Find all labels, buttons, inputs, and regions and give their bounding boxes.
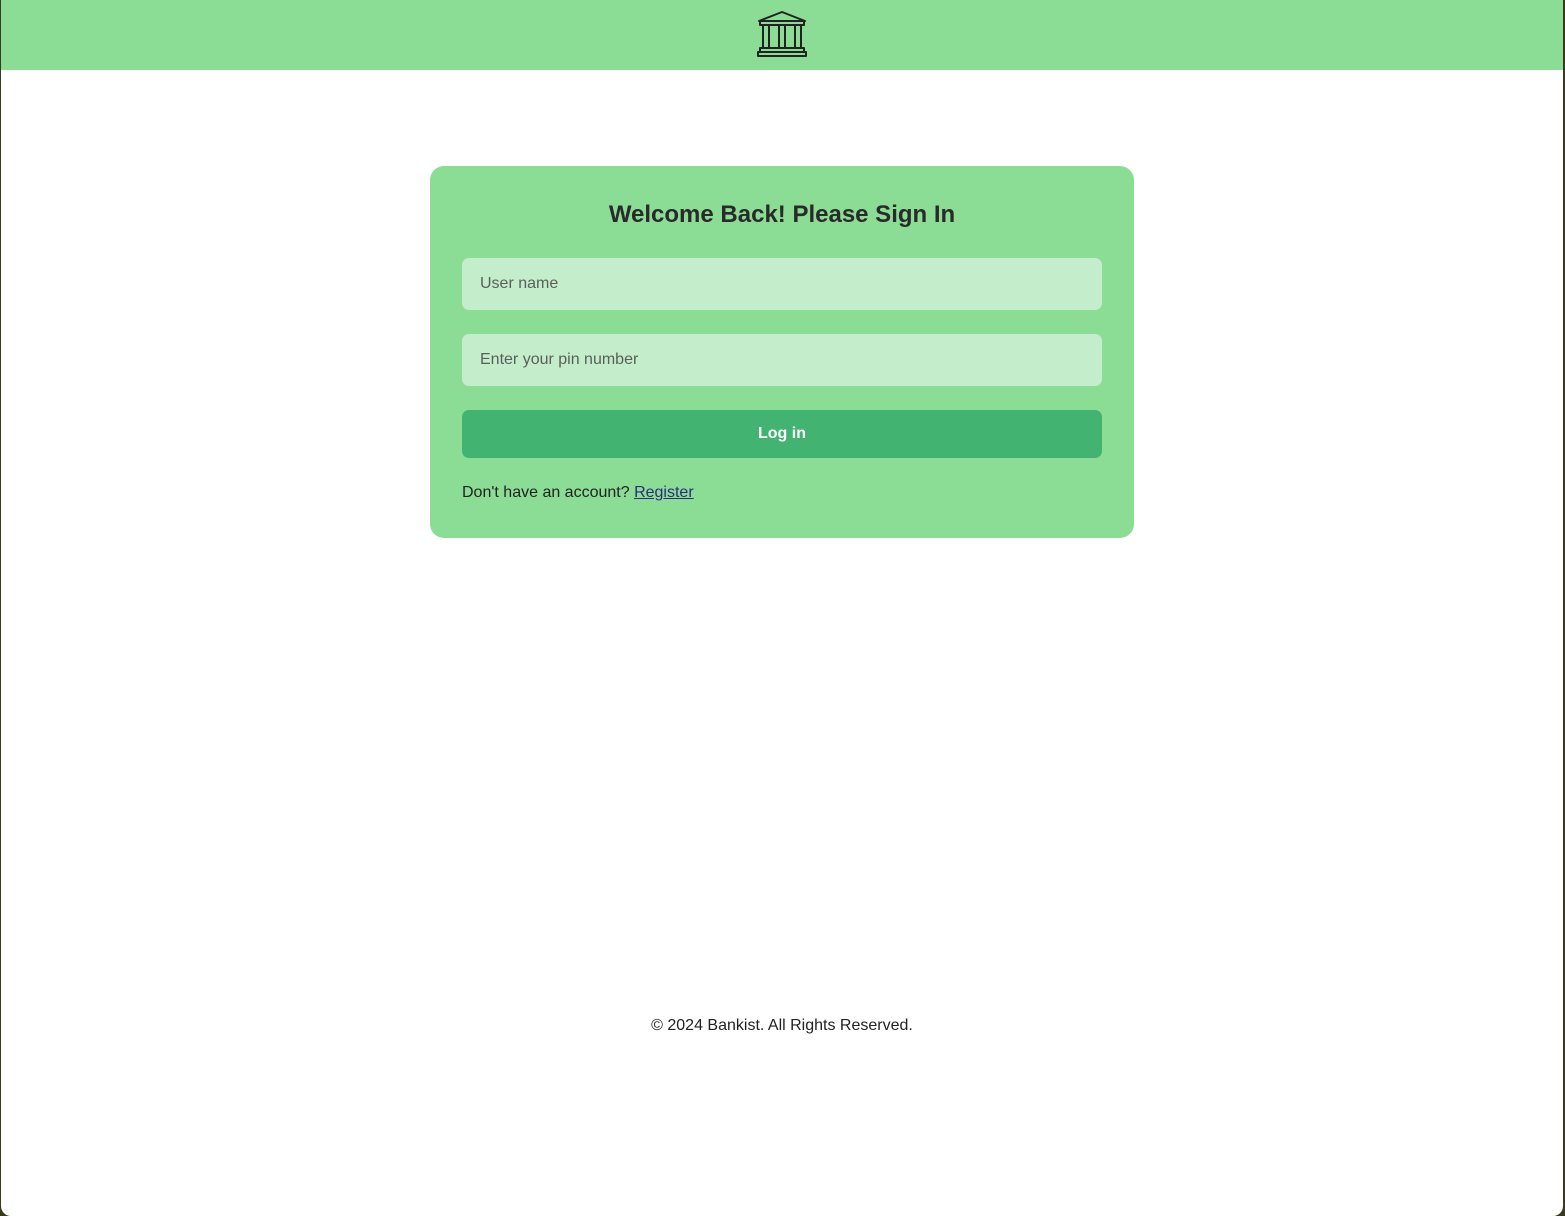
page: Welcome Back! Please Sign In Log in Don'… [1, 0, 1563, 1216]
login-button[interactable]: Log in [462, 410, 1102, 458]
register-prompt-text: Don't have an account? [462, 484, 630, 501]
bank-building-icon[interactable] [756, 10, 808, 58]
pin-input[interactable] [462, 334, 1102, 386]
login-title: Welcome Back! Please Sign In [608, 201, 956, 228]
footer-copyright: © 2024 Bankist. All Rights Reserved. [651, 1017, 913, 1034]
register-prompt-line: Don't have an account? Register [462, 484, 694, 502]
register-link[interactable]: Register [634, 484, 694, 501]
top-header [1, 0, 1563, 70]
username-input[interactable] [462, 258, 1102, 310]
login-card: Welcome Back! Please Sign In Log in Don'… [430, 166, 1134, 538]
